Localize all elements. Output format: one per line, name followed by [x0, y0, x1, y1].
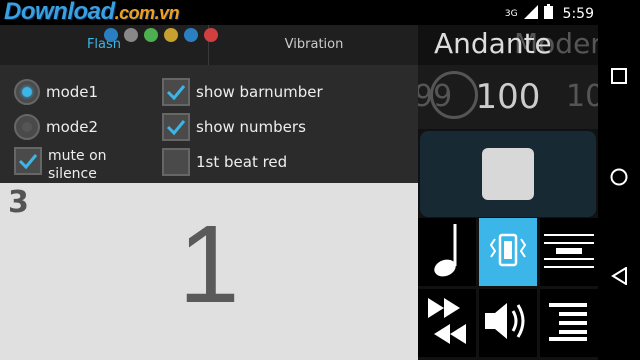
- network-type: 3G: [504, 8, 518, 19]
- quarter-note-icon: [429, 222, 465, 282]
- color-dot[interactable]: [164, 28, 178, 42]
- mute-label: mute on silence: [48, 148, 107, 182]
- mode1-option[interactable]: mode1: [14, 77, 98, 107]
- tab-vibration[interactable]: Vibration: [208, 25, 419, 65]
- mute-checkbox[interactable]: [14, 147, 42, 175]
- navigation-bar: [598, 25, 640, 360]
- bar-settings-button[interactable]: [540, 218, 598, 286]
- speed-button[interactable]: [418, 289, 476, 357]
- clock: 5:59: [562, 5, 594, 22]
- status-bar: Download.com.vn 3G 5:59: [0, 0, 640, 25]
- home-button[interactable]: [598, 159, 640, 199]
- back-icon: [611, 266, 627, 289]
- beat-number: 1: [178, 203, 240, 326]
- bpm-selector[interactable]: 99 100 101: [418, 65, 598, 129]
- color-dot[interactable]: [104, 28, 118, 42]
- first-beat-red-label: 1st beat red: [196, 153, 288, 171]
- color-dot[interactable]: [184, 28, 198, 42]
- tab-bar: Flash Vibration: [0, 25, 418, 66]
- signal-icon: [523, 4, 538, 23]
- mode2-option[interactable]: mode2: [14, 112, 98, 142]
- home-icon: [610, 168, 628, 190]
- menu-lines-icon: [549, 301, 589, 345]
- show-numbers-option[interactable]: show numbers: [162, 112, 306, 142]
- beat-display: 3 1: [0, 183, 418, 360]
- tool-grid: [418, 218, 598, 360]
- note-value-button[interactable]: [418, 218, 476, 286]
- first-beat-red-checkbox[interactable]: [162, 148, 190, 176]
- recents-button[interactable]: [598, 58, 640, 98]
- show-barnumber-option[interactable]: show barnumber: [162, 77, 323, 107]
- color-dot[interactable]: [124, 28, 138, 42]
- options-area: mode1 mode2 mute on silence show barnumb…: [0, 65, 418, 183]
- tempo-name-selector[interactable]: Moderato Andante: [418, 25, 598, 61]
- stop-button[interactable]: [482, 148, 534, 200]
- color-picker: [104, 28, 218, 42]
- speaker-icon: [483, 299, 533, 347]
- recents-icon: [611, 68, 627, 88]
- color-dot[interactable]: [144, 28, 158, 42]
- mute-option[interactable]: mute on silence: [14, 147, 118, 183]
- mode2-radio[interactable]: [14, 114, 40, 140]
- vibrate-icon: [487, 229, 529, 275]
- show-numbers-label: show numbers: [196, 118, 306, 136]
- vibrate-toggle[interactable]: [479, 218, 537, 286]
- bpm-next: 101: [566, 79, 598, 114]
- bars-icon: [544, 230, 594, 274]
- status-indicators: 3G 5:59: [505, 4, 594, 23]
- control-panel: Moderato Andante 99 100 101: [418, 25, 598, 360]
- first-beat-red-option[interactable]: 1st beat red: [162, 147, 287, 177]
- mode2-label: mode2: [46, 118, 99, 136]
- menu-button[interactable]: [540, 289, 598, 357]
- settings-panel: Flash Vibration mode1 mode2 mute on sile…: [0, 25, 418, 360]
- color-dot[interactable]: [204, 28, 218, 42]
- battery-icon: [543, 4, 553, 23]
- sound-button[interactable]: [479, 289, 537, 357]
- show-numbers-checkbox[interactable]: [162, 113, 190, 141]
- show-barnumber-label: show barnumber: [196, 83, 323, 101]
- back-button[interactable]: [598, 258, 640, 298]
- play-stop-area[interactable]: [420, 131, 596, 217]
- watermark-logo: Download.com.vn: [4, 0, 180, 25]
- tempo-name: Andante: [434, 27, 552, 60]
- show-barnumber-checkbox[interactable]: [162, 78, 190, 106]
- mode1-label: mode1: [46, 83, 99, 101]
- fast-forward-rewind-icon: [424, 296, 470, 350]
- mode1-radio[interactable]: [14, 79, 40, 105]
